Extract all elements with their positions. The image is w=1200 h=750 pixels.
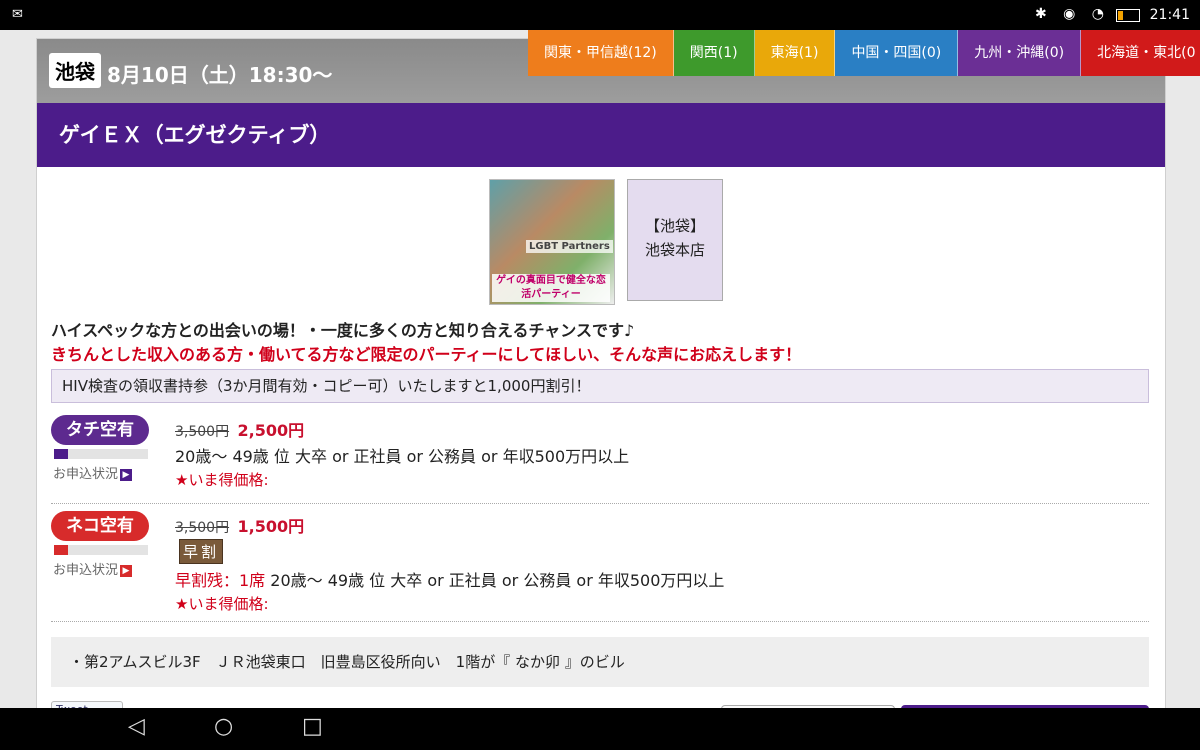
region-tab[interactable]: 北海道・東北(0 (1081, 30, 1200, 76)
deal-label: ★いま得価格: (175, 595, 269, 613)
image-logo-text: LGBT Partners (526, 240, 613, 253)
region-tab[interactable]: 東海(1) (754, 30, 836, 76)
region-tabs: 関東・甲信越(12) 関西(1) 東海(1) 中国・四国(0) 九州・沖縄(0) 北海道・… (528, 30, 1200, 76)
region-tab[interactable]: 九州・沖縄(0) (958, 30, 1082, 76)
new-price: 2,500円 (237, 421, 305, 440)
battery-icon (1116, 9, 1140, 22)
plan-condition: 20歳〜 49歳 位 大卒 or 正社員 or 公務員 or 年収500万円以上 (175, 447, 630, 466)
android-nav-bar: ◁ ○ □ (0, 708, 1200, 750)
chevron-right-icon: ▶ (120, 468, 133, 481)
area-badge: 池袋 (49, 53, 101, 88)
event-date: 8月10日（土）18:30〜 (107, 63, 333, 87)
remaining-seats: 早割残：1席 (175, 571, 266, 590)
application-status-label: お申込状況 (53, 563, 119, 578)
mail-icon: ✉ (12, 7, 23, 22)
application-status-label: お申込状況 (53, 467, 119, 482)
application-status-link[interactable]: お申込状況 ▶ (53, 559, 133, 578)
price-line: 3,500円 2,500円 (175, 417, 304, 441)
discount-notice: HIV検査の領収書持参（3か月間有効・コピー可）いたしますと1,000円割引！ (51, 369, 1149, 403)
new-price: 1,500円 (237, 517, 305, 536)
old-price: 3,500円 (175, 520, 230, 536)
region-tab[interactable]: 中国・四国(0) (835, 30, 959, 76)
shop-name: 【池袋】 (644, 217, 705, 235)
chevron-right-icon: ▶ (120, 564, 133, 577)
region-tab[interactable]: 関東・甲信越(12) (528, 30, 674, 76)
status-icons: ✱ ◉ ◔ (1034, 6, 1110, 22)
clock: 21:41 (1149, 7, 1190, 23)
back-icon[interactable]: ◁ (128, 714, 145, 739)
lead-text: ハイスペックな方との出会いの場！・一度に多くの方と知り合えるチャンスです♪ (51, 321, 635, 340)
early-bird-tag: 早割 (179, 539, 224, 564)
old-price: 3,500円 (175, 424, 230, 440)
plan-tachi: タチ空有 お申込状況 ▶ 3,500円 2,500円 20歳〜 49歳 位 大卒 … (51, 415, 1149, 504)
plan-condition: 早割残：1席 20歳〜 49歳 位 大卒 or 正社員 or 公務員 or 年収… (175, 567, 724, 591)
plan-condition-text: 20歳〜 49歳 位 大卒 or 正社員 or 公務員 or 年収500万円以上 (265, 571, 725, 590)
recents-icon[interactable]: □ (302, 714, 323, 739)
status-bar: ✉ ✱ ◉ ◔ 21:41 (0, 0, 1200, 30)
access-info: ・第2アムスビル3F ＪＲ池袋東口 旧豊島区役所向い 1階が『 なか卯 』のビル (51, 637, 1149, 687)
application-status-link[interactable]: お申込状況 ▶ (53, 463, 133, 482)
lead-text-highlight: きちんとした収入のある方・働いてる方など限定のパーティーにしてほしい、そんな声に… (51, 345, 802, 364)
event-image[interactable]: LGBT Partners ゲイの真面目で健全な恋活パーティー (489, 179, 615, 305)
shop-box[interactable]: 【池袋】 池袋本店 (627, 179, 723, 301)
deal-label: ★いま得価格: (175, 471, 269, 489)
application-gauge (54, 449, 148, 459)
application-gauge (54, 545, 148, 555)
home-icon[interactable]: ○ (214, 714, 233, 739)
image-caption: ゲイの真面目で健全な恋活パーティー (492, 274, 610, 302)
plan-neko: ネコ空有 お申込状況 ▶ 3,500円 1,500円 早割 早割残：1席 20歳〜… (51, 511, 1149, 622)
shop-branch: 池袋本店 (644, 241, 705, 259)
status-badge: タチ空有 (51, 415, 149, 445)
region-tab[interactable]: 関西(1) (673, 30, 755, 76)
price-line: 3,500円 1,500円 (175, 513, 304, 537)
event-title[interactable]: ゲイＥＸ（エグゼクティブ） (37, 103, 1165, 167)
event-card: 池袋 8月10日（土）18:30〜 ゲイＥＸ（エグゼクティブ） LGBT Par… (36, 38, 1166, 720)
status-badge: ネコ空有 (51, 511, 149, 541)
